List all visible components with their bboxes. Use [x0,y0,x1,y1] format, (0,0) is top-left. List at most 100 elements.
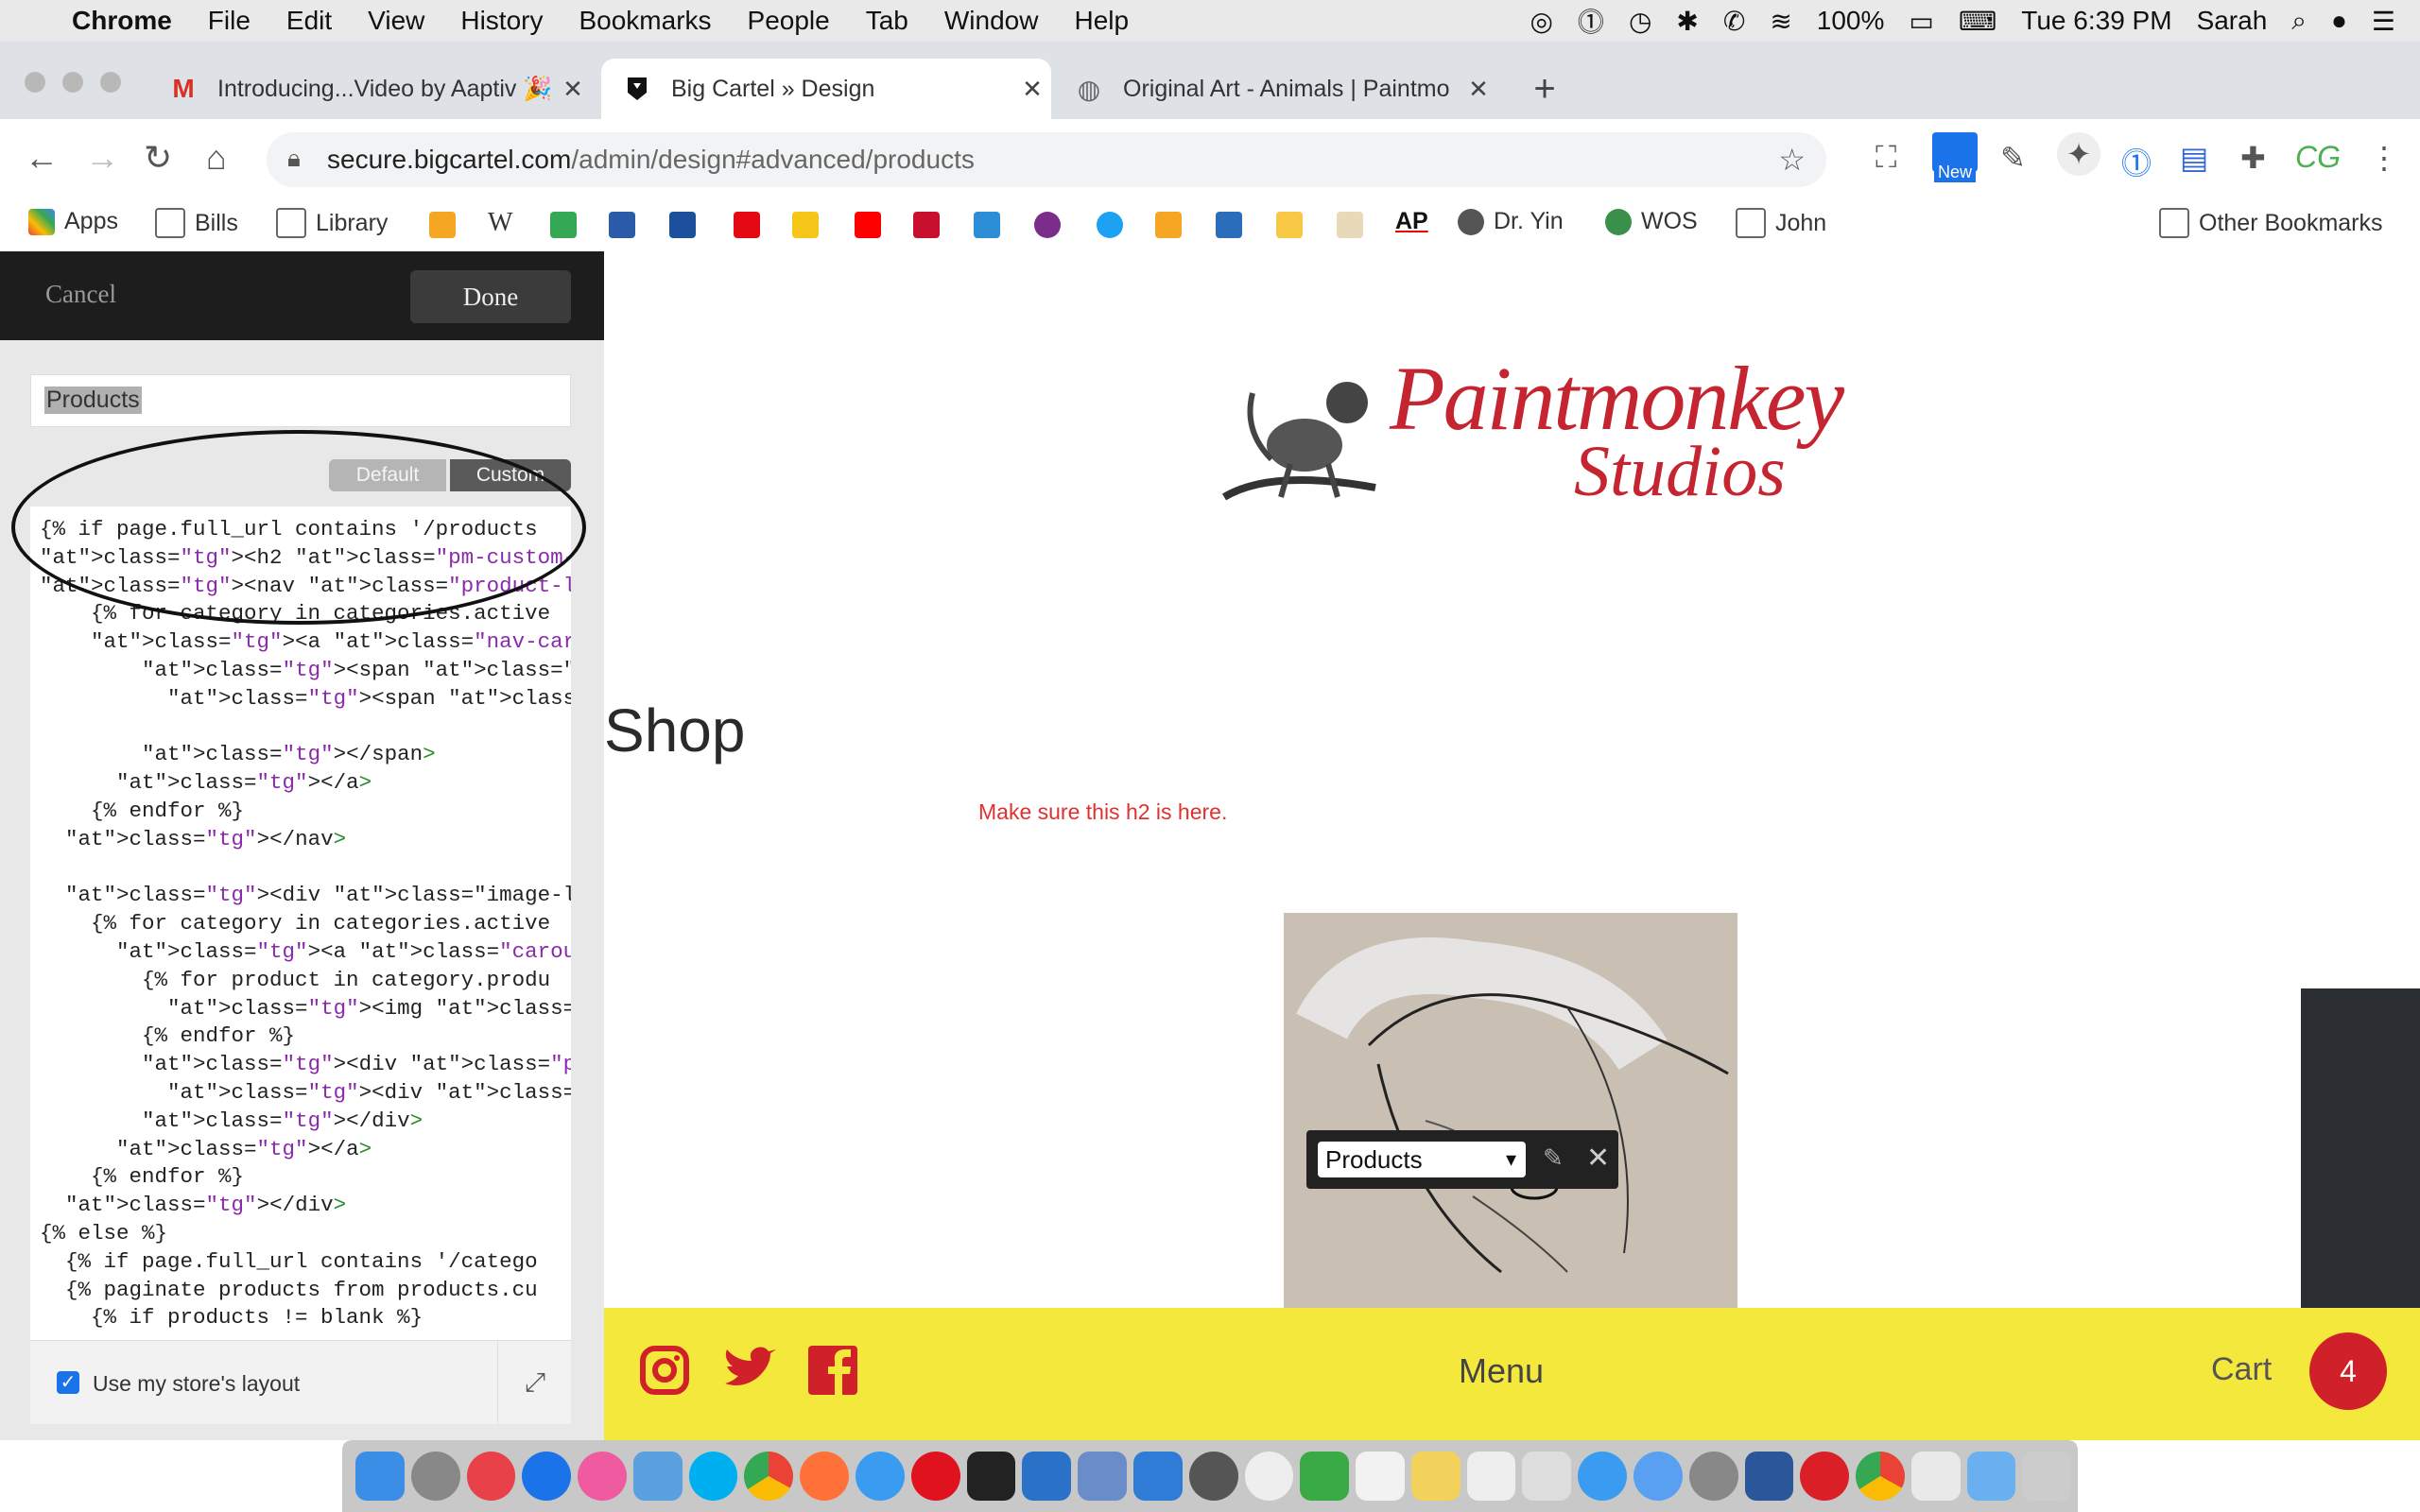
clock[interactable]: Tue 6:39 PM [2021,6,2171,36]
tab-close-icon[interactable]: ✕ [1460,75,1497,104]
store-logo[interactable]: Paintmonkey Studios [1215,348,1844,525]
system-preferences-icon[interactable] [1688,1452,1738,1501]
tab-close-icon[interactable]: ✕ [1013,75,1051,104]
skype-icon[interactable] [688,1452,738,1501]
battery-icon[interactable]: ▭ [1909,6,1933,37]
cancel-button[interactable]: Cancel [45,280,116,309]
onepassword-extension-icon[interactable]: ⓵ [2121,140,2152,183]
feedly-icon[interactable] [550,212,577,238]
tableplus-icon[interactable] [1244,1452,1294,1501]
bracket-app-icon[interactable] [1022,1452,1072,1501]
scrivener-icon[interactable] [1132,1452,1183,1501]
safari-icon[interactable] [856,1452,905,1501]
address-bar[interactable]: 🔒︎ secure.bigcartel.com/admin/design#adv… [267,132,1826,187]
creative-cloud-icon[interactable]: ◎ [1530,6,1552,37]
chrome-menu-icon[interactable]: ⋮ [2369,140,2399,176]
facebook-icon[interactable] [808,1346,857,1406]
imdb-icon[interactable] [792,212,819,238]
reload-icon[interactable]: ↻ [144,138,172,178]
goodreads-icon[interactable] [1337,212,1363,238]
creative-cloud-icon[interactable] [1800,1452,1850,1501]
onepassword-icon[interactable] [522,1452,572,1501]
tab-gmail[interactable]: M Introducing...Video by Aaptiv 🎉 ✕ [147,59,592,119]
window-minimize-button[interactable] [62,72,83,93]
instagram-icon[interactable] [640,1346,689,1406]
compass-icon[interactable] [1188,1452,1238,1501]
onepassword-icon[interactable]: ⓵ [1578,2,1604,40]
product-image-elephant[interactable] [1284,913,1737,1310]
store-menu-link[interactable]: Menu [1459,1351,1544,1391]
chrome-icon[interactable] [744,1452,794,1501]
itunes-icon[interactable] [578,1452,627,1501]
cart-count-badge[interactable]: 4 [2309,1332,2387,1410]
phone-icon[interactable]: ✆ [1723,6,1745,37]
page-select[interactable]: Products ▾ [1318,1142,1526,1177]
bookmark-apps[interactable]: Apps [28,208,118,235]
tab-big-cartel[interactable]: Big Cartel » Design ✕ [601,59,1051,119]
w3schools-icon[interactable] [1216,212,1242,238]
audible-icon[interactable] [1155,212,1182,238]
downloads-folder-icon[interactable] [1966,1452,2016,1501]
page-name-field[interactable]: Products [30,374,571,427]
amazon-icon[interactable] [429,212,456,238]
pin-extension-icon[interactable]: ✦ [2057,132,2100,176]
done-button[interactable]: Done [410,270,571,323]
word-icon[interactable] [1744,1452,1794,1501]
textedit-icon[interactable] [1466,1452,1516,1501]
edit-pencil-icon[interactable]: ✎ [1543,1143,1564,1173]
code-editor[interactable]: {% if page.full_url contains '/products "… [30,507,571,1340]
bookmark-john[interactable]: John [1736,208,1826,238]
use-layout-checkbox[interactable]: ✓ [57,1371,79,1394]
ap-icon[interactable]: AP [1395,208,1428,235]
evernote-icon[interactable] [1300,1452,1350,1501]
product-image-dark[interactable] [2301,988,2420,1310]
cart-link[interactable]: Cart [2211,1351,2272,1388]
news-icon[interactable] [466,1452,516,1501]
firefox-icon[interactable] [800,1452,850,1501]
close-icon[interactable]: ✕ [1586,1142,1610,1175]
siri-icon[interactable]: ● [2331,6,2347,36]
opera-icon[interactable] [910,1452,960,1501]
eyedropper-extension-icon[interactable]: ✎ [2000,140,2026,176]
terminal-icon[interactable] [966,1452,1016,1501]
screenshot-extension-icon[interactable]: ⛶ [1876,140,1896,176]
youtube-icon[interactable] [855,212,881,238]
wifi-icon[interactable]: ≋ [1770,6,1791,37]
menu-window[interactable]: Window [944,6,1039,36]
battery-percent[interactable]: 100% [1817,6,1885,36]
notes-icon[interactable] [1410,1452,1461,1501]
menu-bookmarks[interactable]: Bookmarks [579,6,711,36]
bluetooth-icon[interactable]: ✱ [1676,6,1698,37]
time-machine-icon[interactable]: ◷ [1629,6,1651,37]
bookmark-news-icon[interactable] [974,212,1000,238]
forward-icon[interactable]: → [85,138,119,178]
menu-tab[interactable]: Tab [866,6,908,36]
document-icon[interactable] [1910,1452,1961,1501]
home-icon[interactable]: ⌂ [206,138,227,178]
tab-paintmonkey[interactable]: ◍ Original Art - Animals | Paintmo ✕ [1053,59,1497,119]
menu-edit[interactable]: Edit [286,6,332,36]
netflix-icon[interactable] [734,212,760,238]
messenger-icon[interactable] [1633,1452,1683,1501]
blocker-extension-icon[interactable]: ▤ [2180,140,2208,176]
bookmark-wos[interactable]: WOS [1605,208,1698,235]
back-icon[interactable]: ← [25,138,59,178]
bookmark-dr-yin[interactable]: Dr. Yin [1458,208,1564,235]
expand-editor-icon[interactable]: ⤢ [497,1341,572,1424]
window-zoom-button[interactable] [100,72,121,93]
bookmark-bills[interactable]: Bills [155,208,238,238]
bookmark-other[interactable]: Other Bookmarks [2159,208,2383,238]
transmit-icon[interactable] [1078,1452,1127,1501]
menu-help[interactable]: Help [1074,6,1129,36]
notification-center-icon[interactable]: ☰ [2372,6,2395,37]
extensions-puzzle-icon[interactable]: ✚ [2240,140,2266,176]
chrome-icon[interactable] [1856,1452,1905,1501]
bookmark-bulb-icon[interactable] [1276,212,1303,238]
finder-icon[interactable] [355,1452,405,1501]
messages-icon[interactable] [1578,1452,1627,1501]
menu-view[interactable]: View [368,6,424,36]
twitter-icon[interactable] [723,1346,776,1402]
trash-icon[interactable] [2022,1452,2072,1501]
window-close-button[interactable] [25,72,45,93]
bookmark-star-red-icon[interactable] [913,212,940,238]
